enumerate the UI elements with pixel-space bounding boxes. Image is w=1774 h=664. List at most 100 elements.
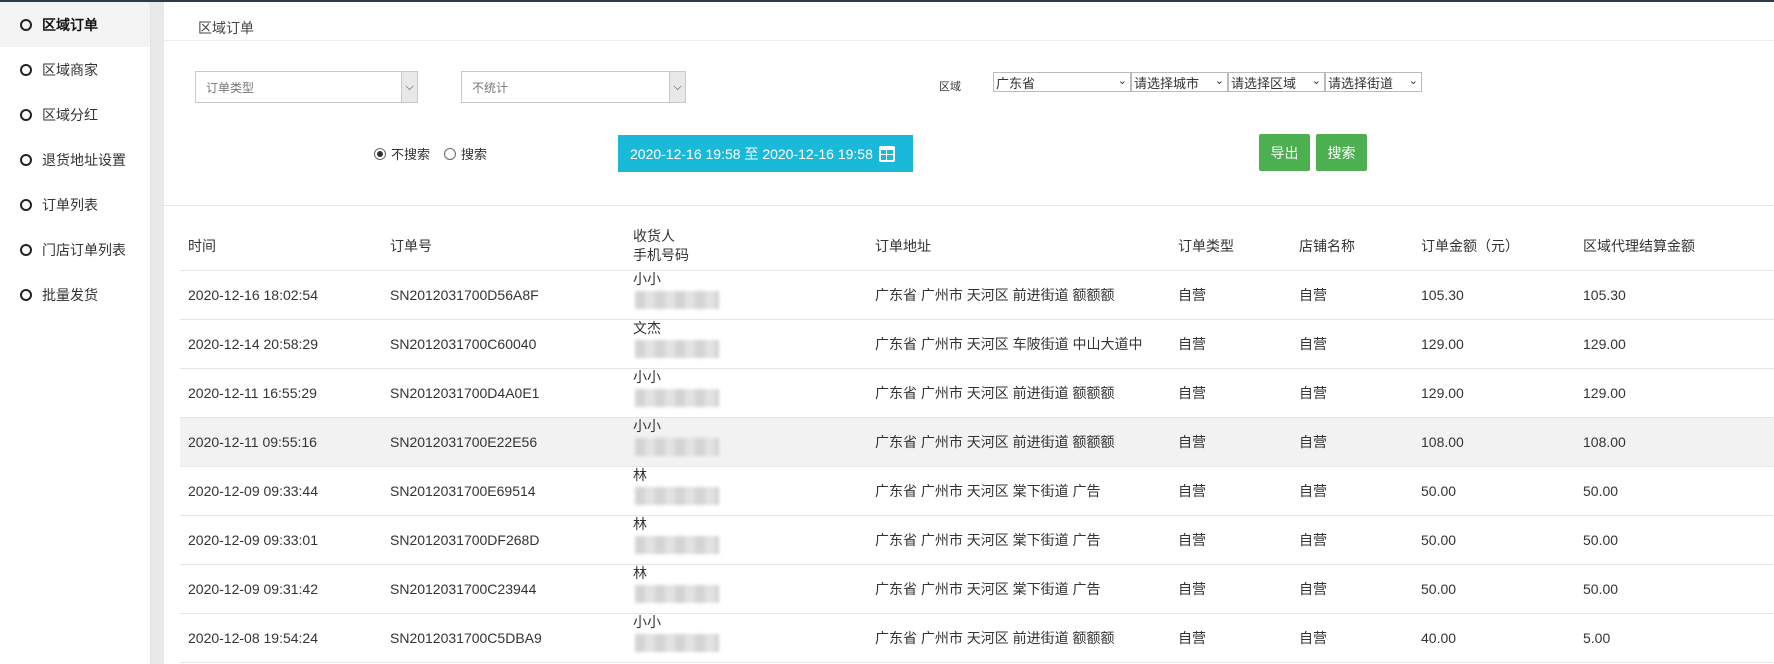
cell-receiver: 小小 [625, 270, 867, 320]
cell-time: 2020-12-11 09:55:16 [180, 417, 382, 467]
cell-receiver: 林 [625, 515, 867, 565]
radio-search[interactable]: 搜索 [444, 144, 487, 163]
cell-settle: 50.00 [1575, 515, 1774, 565]
cell-amount: 105.30 [1413, 270, 1575, 320]
sidebar-item-store-orders[interactable]: 门店订单列表 [0, 227, 150, 272]
cell-order-no: SN2012031700C60040 [382, 319, 625, 369]
cell-shop: 自营 [1291, 564, 1413, 614]
cell-time: 2020-12-16 18:02:54 [180, 270, 382, 320]
radio-search-label: 搜索 [461, 147, 488, 162]
search-mode-radio-group: 不搜索 搜索 [374, 144, 501, 163]
search-button[interactable]: 搜索 [1316, 134, 1367, 171]
table-header-row: 时间 订单号 收货人 手机号码 订单地址 订单类型 店铺名称 订单金额（元） 区… [180, 222, 1774, 271]
province-select[interactable]: 广东省 ⌄ [993, 72, 1131, 92]
radio-no-search[interactable]: 不搜索 [374, 144, 430, 163]
radio-checked-icon[interactable] [374, 147, 386, 160]
cell-shop: 自营 [1291, 466, 1413, 516]
redacted-phone [635, 633, 719, 652]
cell-settle: 129.00 [1575, 319, 1774, 369]
divider [164, 205, 1774, 206]
sidebar-item-region-merchants[interactable]: 区域商家 [0, 47, 150, 92]
cell-type: 自营 [1170, 417, 1291, 467]
sidebar-item-label: 区域分红 [42, 106, 98, 123]
district-select[interactable]: 请选择区域 ⌄ [1228, 72, 1325, 92]
stat-placeholder: 不统计 [472, 80, 509, 95]
cell-type: 自营 [1170, 613, 1291, 663]
sidebar-item-label: 批量发货 [42, 286, 98, 303]
cell-amount: 129.00 [1413, 368, 1575, 418]
street-select[interactable]: 请选择街道 ⌄ [1325, 72, 1422, 92]
table-row[interactable]: 2020-12-09 09:33:44 SN2012031700E69514 林… [180, 466, 1774, 516]
sidebar-item-order-list[interactable]: 订单列表 [0, 182, 150, 227]
circle-icon [20, 108, 32, 121]
col-type: 订单类型 [1170, 222, 1291, 271]
table-row[interactable]: 2020-12-16 18:02:54 SN2012031700D56A8F 小… [180, 270, 1774, 320]
col-address: 订单地址 [867, 222, 1170, 271]
receiver-name: 林 [633, 515, 647, 532]
cell-time: 2020-12-14 20:58:29 [180, 319, 382, 369]
sidebar-item-return-address[interactable]: 退货地址设置 [0, 137, 150, 182]
stat-select[interactable]: 不统计 ⌵ [461, 71, 686, 103]
table-row[interactable]: 2020-12-08 19:54:24 SN2012031700C5DBA9 小… [180, 613, 1774, 663]
cell-order-no: SN2012031700E69514 [382, 466, 625, 516]
date-range-picker[interactable]: 2020-12-16 19:58 至 2020-12-16 19:58 [618, 135, 913, 172]
cell-order-no: SN2012031700E22E56 [382, 417, 625, 467]
receiver-name: 林 [633, 466, 647, 483]
divider [164, 40, 1774, 41]
redacted-phone [635, 290, 719, 309]
redacted-phone [635, 388, 719, 407]
sidebar-item-label: 区域商家 [42, 61, 98, 78]
radio-unchecked-icon[interactable] [444, 147, 457, 160]
receiver-name: 小小 [633, 417, 661, 434]
cell-address: 广东省 广州市 天河区 棠下街道 广告 [867, 466, 1170, 516]
cell-order-no: SN2012031700D4A0E1 [382, 368, 625, 418]
region-label: 区域 [939, 81, 961, 93]
cell-type: 自营 [1170, 319, 1291, 369]
cell-receiver: 林 [625, 564, 867, 614]
cell-order-no: SN2012031700DF268D [382, 515, 625, 565]
cell-shop: 自营 [1291, 319, 1413, 369]
cell-receiver: 小小 [625, 417, 867, 467]
cell-settle: 5.00 [1575, 613, 1774, 663]
col-settle: 区域代理结算金额 [1575, 222, 1774, 271]
order-type-select[interactable]: 订单类型 ⌵ [195, 71, 418, 103]
export-button[interactable]: 导出 [1259, 134, 1310, 171]
table-body: 2020-12-16 18:02:54 SN2012031700D56A8F 小… [180, 270, 1774, 663]
receiver-name: 林 [633, 564, 647, 581]
receiver-name: 小小 [633, 368, 661, 385]
table-row[interactable]: 2020-12-09 09:31:42 SN2012031700C23944 林… [180, 564, 1774, 614]
chevron-down-icon: ⌄ [1408, 75, 1418, 87]
table-row[interactable]: 2020-12-14 20:58:29 SN2012031700C60040 文… [180, 319, 1774, 369]
cell-address: 广东省 广州市 天河区 棠下街道 广告 [867, 564, 1170, 614]
circle-icon [20, 63, 32, 76]
redacted-phone [635, 437, 719, 456]
sidebar-item-label: 退货地址设置 [42, 151, 126, 168]
circle-icon [20, 243, 32, 256]
cell-shop: 自营 [1291, 613, 1413, 663]
table-row[interactable]: 2020-12-11 09:55:16 SN2012031700E22E56 小… [180, 417, 1774, 467]
date-range-text: 2020-12-16 19:58 至 2020-12-16 19:58 [630, 145, 873, 162]
sidebar-item-label: 区域订单 [42, 16, 98, 33]
cell-address: 广东省 广州市 天河区 前进街道 额额额 [867, 613, 1170, 663]
table-row[interactable]: 2020-12-09 09:33:01 SN2012031700DF268D 林… [180, 515, 1774, 565]
chevron-down-icon: ⌄ [1214, 75, 1224, 87]
cell-address: 广东省 广州市 天河区 棠下街道 广告 [867, 515, 1170, 565]
sidebar-item-region-dividend[interactable]: 区域分红 [0, 92, 150, 137]
cell-type: 自营 [1170, 368, 1291, 418]
sidebar-item-region-orders[interactable]: 区域订单 [0, 2, 150, 47]
cell-type: 自营 [1170, 270, 1291, 320]
table-row[interactable]: 2020-12-11 16:55:29 SN2012031700D4A0E1 小… [180, 368, 1774, 418]
col-shop: 店铺名称 [1291, 222, 1413, 271]
cell-settle: 108.00 [1575, 417, 1774, 467]
city-select[interactable]: 请选择城市 ⌄ [1131, 72, 1228, 92]
city-value: 请选择城市 [1134, 75, 1200, 91]
receiver-name: 小小 [633, 270, 661, 287]
col-amount: 订单金额（元） [1413, 222, 1575, 271]
cell-time: 2020-12-09 09:31:42 [180, 564, 382, 614]
cell-type: 自营 [1170, 564, 1291, 614]
street-value: 请选择街道 [1328, 75, 1394, 91]
cell-settle: 105.30 [1575, 270, 1774, 320]
cell-amount: 50.00 [1413, 515, 1575, 565]
sidebar-item-batch-ship[interactable]: 批量发货 [0, 272, 150, 317]
province-value: 广东省 [996, 75, 1036, 91]
